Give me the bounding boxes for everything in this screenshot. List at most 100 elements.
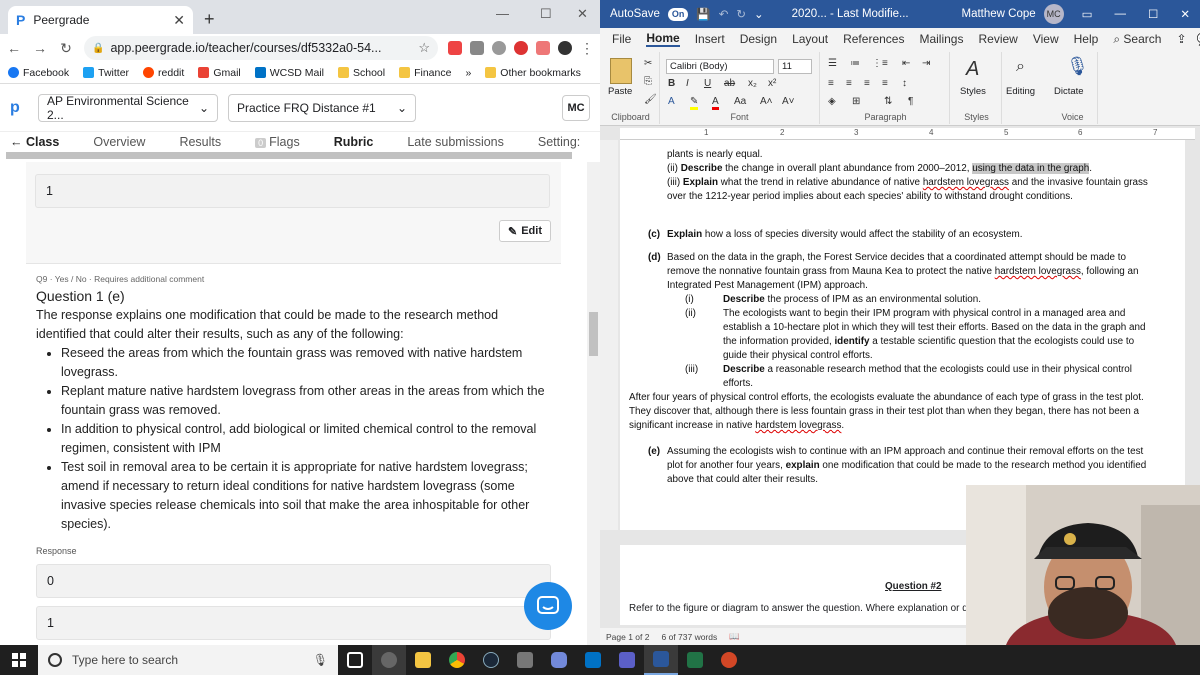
word-icon[interactable]: [644, 645, 678, 675]
multilevel-list-icon[interactable]: ⋮≡: [872, 58, 888, 69]
nav-settings[interactable]: Setting:: [538, 135, 580, 149]
search-box[interactable]: ⌕ Search: [1113, 32, 1161, 47]
excel-icon[interactable]: [678, 645, 712, 675]
bookmarks-overflow[interactable]: »: [465, 67, 471, 79]
back-icon[interactable]: ←: [6, 40, 22, 56]
reload-icon[interactable]: ↻: [58, 40, 74, 57]
bookmark-other[interactable]: Other bookmarks: [485, 67, 581, 79]
outlook-icon[interactable]: [576, 645, 610, 675]
powerpoint-icon[interactable]: [712, 645, 746, 675]
nav-overview[interactable]: Overview: [93, 135, 145, 149]
bookmark-wcsd-mail[interactable]: WCSD Mail: [254, 67, 324, 79]
forward-icon[interactable]: →: [32, 40, 48, 56]
bookmark-school[interactable]: School: [337, 67, 385, 79]
align-center-icon[interactable]: ≡: [846, 78, 852, 89]
menu-review[interactable]: Review: [978, 32, 1017, 46]
align-left-icon[interactable]: ≡: [828, 78, 834, 89]
word-count[interactable]: 6 of 737 words: [661, 632, 717, 642]
font-color-icon[interactable]: A: [712, 96, 719, 110]
maximize-icon[interactable]: ☐: [1148, 7, 1158, 21]
save-icon[interactable]: 💾: [696, 7, 710, 21]
undo-icon[interactable]: ↶: [719, 7, 729, 21]
new-tab-button[interactable]: +: [204, 9, 215, 30]
calculator-icon[interactable]: [508, 645, 542, 675]
vertical-scrollbar[interactable]: [587, 162, 600, 645]
document-title[interactable]: 2020... - Last Modifie...: [792, 8, 909, 20]
format-painter-icon[interactable]: 🖌: [644, 94, 657, 105]
scrollbar-thumb[interactable]: [589, 312, 598, 356]
document-page[interactable]: plants is nearly equal. (ii) Describe th…: [620, 140, 1185, 530]
extension-icon[interactable]: [536, 41, 550, 55]
paste-icon[interactable]: [610, 58, 632, 84]
increase-indent-icon[interactable]: ⇥: [922, 58, 930, 69]
cut-icon[interactable]: ✂: [644, 58, 652, 69]
sort-icon[interactable]: ⇅: [884, 96, 892, 107]
menu-help[interactable]: Help: [1074, 32, 1099, 46]
share-icon[interactable]: ⇪: [1176, 32, 1186, 46]
maximize-icon[interactable]: ☐: [540, 6, 552, 22]
discord-icon[interactable]: [542, 645, 576, 675]
nav-rubric[interactable]: Rubric: [334, 135, 374, 149]
task-view-icon[interactable]: [338, 645, 372, 675]
menu-references[interactable]: References: [843, 32, 904, 46]
bullets-icon[interactable]: ☰: [828, 58, 837, 69]
horizontal-scrollbar[interactable]: [6, 152, 572, 159]
numbering-icon[interactable]: ≔: [850, 58, 860, 69]
line-spacing-icon[interactable]: ↕: [902, 78, 907, 89]
comments-icon[interactable]: 💬: [1197, 32, 1200, 46]
profile-avatar[interactable]: [558, 41, 572, 55]
chrome-icon[interactable]: [440, 645, 474, 675]
dictate-button[interactable]: Dictate: [1054, 86, 1084, 97]
styles-icon[interactable]: A: [966, 58, 979, 81]
nav-class[interactable]: ← Class: [10, 135, 59, 149]
menu-view[interactable]: View: [1033, 32, 1059, 46]
styles-button[interactable]: Styles: [960, 86, 986, 97]
paste-button[interactable]: Paste: [608, 86, 632, 97]
browser-tab[interactable]: P Peergrade ✕: [8, 6, 193, 34]
underline-icon[interactable]: U: [704, 78, 711, 89]
taskbar-search[interactable]: Type here to search 🎙: [38, 645, 338, 675]
borders-icon[interactable]: ⊞: [852, 96, 860, 107]
editing-button[interactable]: Editing: [1006, 86, 1035, 97]
vertical-ruler[interactable]: [600, 140, 618, 530]
extension-icon[interactable]: [514, 41, 528, 55]
align-right-icon[interactable]: ≡: [864, 78, 870, 89]
bookmark-finance[interactable]: Finance: [399, 67, 451, 79]
nav-late-submissions[interactable]: Late submissions: [407, 135, 504, 149]
copy-icon[interactable]: ⎘: [644, 76, 652, 87]
bookmark-facebook[interactable]: Facebook: [8, 67, 69, 79]
bookmark-gmail[interactable]: Gmail: [198, 67, 241, 79]
italic-icon[interactable]: I: [686, 78, 689, 89]
menu-file[interactable]: File: [612, 32, 631, 46]
justify-icon[interactable]: ≡: [882, 78, 888, 89]
user-avatar[interactable]: MC: [1043, 4, 1064, 24]
decrease-indent-icon[interactable]: ⇤: [902, 58, 910, 69]
close-window-icon[interactable]: ✕: [1180, 7, 1190, 21]
change-case-icon[interactable]: Aa: [734, 96, 746, 107]
microphone-icon[interactable]: 🎙: [1066, 56, 1089, 77]
response-option[interactable]: 0: [36, 564, 551, 598]
assignment-select[interactable]: Practice FRQ Distance #1 ⌄: [228, 93, 416, 122]
shrink-font-icon[interactable]: A˅: [782, 96, 795, 107]
page-count[interactable]: Page 1 of 2: [606, 632, 649, 642]
steam-icon[interactable]: [474, 645, 508, 675]
redo-icon[interactable]: ↻: [736, 7, 746, 21]
find-icon[interactable]: ⌕: [1016, 58, 1025, 76]
file-explorer-icon[interactable]: [406, 645, 440, 675]
bookmark-twitter[interactable]: Twitter: [83, 67, 129, 79]
highlight-icon[interactable]: ✎: [690, 96, 699, 110]
proofing-icon[interactable]: 📖: [729, 631, 740, 642]
menu-dots-icon[interactable]: ⋮: [580, 40, 594, 57]
font-name-select[interactable]: Calibri (Body): [666, 59, 774, 74]
menu-mailings[interactable]: Mailings: [919, 32, 963, 46]
pdf-extension-icon[interactable]: [448, 41, 462, 55]
autosave-toggle[interactable]: On: [667, 7, 689, 21]
star-icon[interactable]: ☆: [418, 40, 430, 56]
show-formatting-icon[interactable]: ¶: [908, 96, 913, 107]
clock-app-icon[interactable]: [372, 645, 406, 675]
nav-results[interactable]: Results: [179, 135, 221, 149]
menu-insert[interactable]: Insert: [695, 32, 725, 46]
extension-icon[interactable]: [492, 41, 506, 55]
grow-font-icon[interactable]: A˄: [760, 96, 773, 107]
menu-design[interactable]: Design: [740, 32, 777, 46]
